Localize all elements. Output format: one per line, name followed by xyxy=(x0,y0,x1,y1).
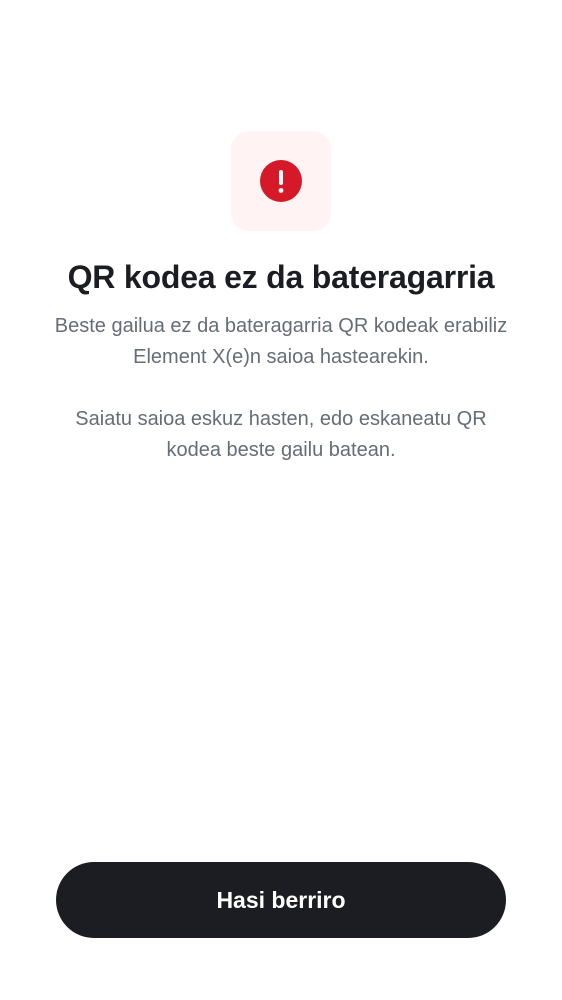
restart-button-label: Hasi berriro xyxy=(216,886,346,913)
page-title: QR kodea ez da bateragarria xyxy=(67,259,495,295)
description-paragraph-2: Saiatu saioa eskuz hasten, edo eskaneatu… xyxy=(75,408,487,461)
description-paragraph-1: Beste gailua ez da bateragarria QR kodea… xyxy=(54,315,508,368)
error-icon xyxy=(260,160,302,202)
restart-button[interactable]: Hasi berriro xyxy=(56,862,506,938)
error-icon-container xyxy=(231,131,331,231)
